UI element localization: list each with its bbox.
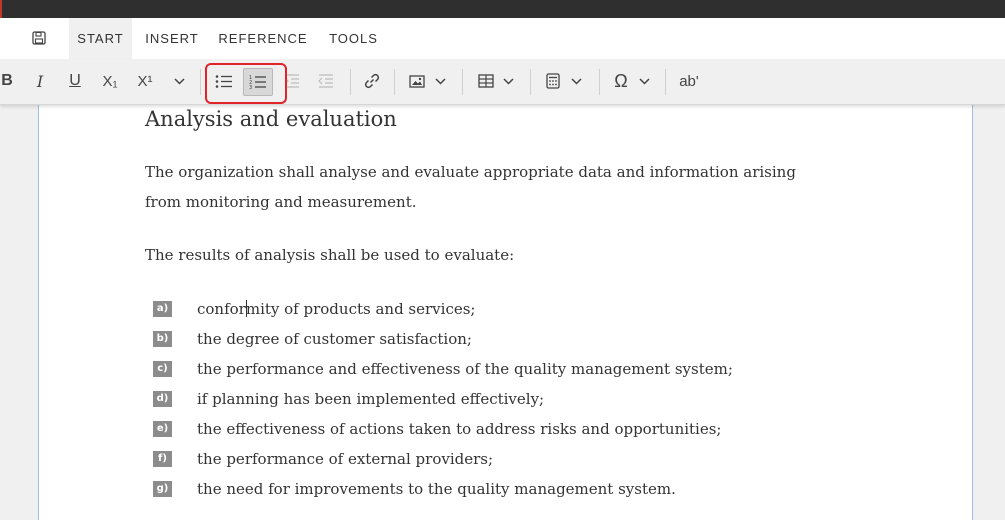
bulleted-list-icon[interactable]: [210, 66, 238, 96]
section-heading: Analysis and evaluation: [145, 107, 397, 131]
decrease-indent-icon[interactable]: [316, 66, 336, 96]
list-item-text: conformity of products and services;: [197, 300, 476, 318]
list-item: a) conformity of products and services;: [145, 294, 845, 324]
list-item: b) the degree of customer satisfaction;: [145, 324, 845, 354]
tab-reference[interactable]: REFERENCE: [215, 18, 311, 59]
list-item: c) the performance and effectiveness of …: [145, 354, 845, 384]
spellcheck-icon[interactable]: ab': [676, 66, 702, 96]
window-edge-marker: [0, 0, 2, 18]
tab-start[interactable]: START: [69, 18, 132, 59]
document-page[interactable]: Analysis and evaluation The organization…: [38, 105, 973, 520]
toolbar-separator: [394, 69, 395, 95]
list-item: f) the performance of external providers…: [145, 444, 845, 474]
image-chevron-down-icon[interactable]: [433, 66, 447, 96]
list-item: e) the effectiveness of actions taken to…: [145, 414, 845, 444]
list-item-text: the performance and effectiveness of the…: [197, 360, 733, 378]
save-icon[interactable]: [31, 30, 47, 46]
tab-tools[interactable]: TOOLS: [322, 18, 385, 59]
toolbar-separator: [599, 69, 600, 95]
list-item-text: the performance of external providers;: [197, 450, 494, 468]
list-marker: d): [153, 391, 172, 407]
image-icon[interactable]: [406, 66, 428, 96]
toolbar-separator: [462, 69, 463, 95]
list-item: d) if planning has been implemented effe…: [145, 384, 845, 414]
numbered-list-icon[interactable]: 123: [243, 68, 273, 96]
svg-text:3: 3: [249, 85, 252, 90]
table-chevron-down-icon[interactable]: [501, 66, 515, 96]
window-top-bar: [0, 0, 1005, 18]
list-item-text: the effectiveness of actions taken to ad…: [197, 420, 722, 438]
omega-icon[interactable]: Ω: [611, 66, 631, 96]
formatting-toolbar: B I U X₁ X¹ 123 Ω ab': [0, 59, 1005, 105]
list-marker: c): [153, 361, 172, 377]
more-format-chevron-icon[interactable]: [170, 66, 188, 96]
list-item-text: the need for improvements to the quality…: [197, 480, 676, 498]
list-marker: f): [153, 451, 172, 467]
paragraph-results: The results of analysis shall be used to…: [145, 246, 515, 264]
list-item-text: if planning has been implemented effecti…: [197, 390, 545, 408]
bold-button[interactable]: B: [0, 66, 14, 96]
tab-insert[interactable]: INSERT: [140, 18, 204, 59]
numbered-list: a) conformity of products and services; …: [145, 294, 845, 504]
increase-indent-icon[interactable]: [282, 66, 302, 96]
calculator-chevron-down-icon[interactable]: [569, 66, 583, 96]
toolbar-separator: [200, 69, 201, 95]
list-marker: g): [153, 481, 172, 497]
subscript-button[interactable]: X₁: [98, 66, 122, 96]
ribbon-tab-bar: START INSERT REFERENCE TOOLS: [0, 18, 1005, 59]
list-item-text: the degree of customer satisfaction;: [197, 330, 472, 348]
toolbar-separator: [350, 69, 351, 95]
link-icon[interactable]: [361, 66, 383, 96]
superscript-button[interactable]: X¹: [133, 66, 157, 96]
list-item: g) the need for improvements to the qual…: [145, 474, 845, 504]
list-marker: e): [153, 421, 172, 437]
toolbar-separator: [665, 69, 666, 95]
paragraph-intro: The organization shall analyse and evalu…: [145, 163, 796, 211]
table-icon[interactable]: [475, 66, 497, 96]
calculator-icon[interactable]: [543, 66, 563, 96]
special-char-chevron-down-icon[interactable]: [637, 66, 651, 96]
list-marker: a): [153, 301, 172, 317]
list-marker: b): [153, 331, 172, 347]
underline-button[interactable]: U: [64, 66, 86, 96]
toolbar-separator: [530, 69, 531, 95]
italic-button[interactable]: I: [30, 66, 50, 96]
